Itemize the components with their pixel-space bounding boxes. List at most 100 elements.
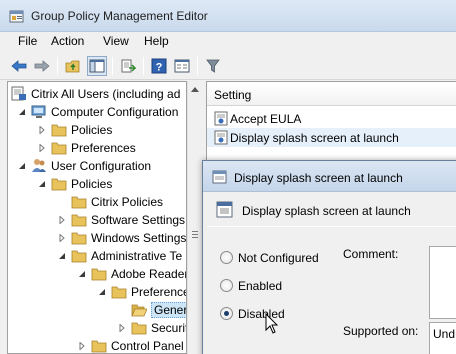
console-tree[interactable]: Citrix All Users (including ad Computer … bbox=[7, 81, 187, 354]
up-one-level-button[interactable] bbox=[63, 56, 83, 76]
folder-icon bbox=[71, 214, 87, 227]
toolbar-separator bbox=[197, 57, 198, 75]
tree-item-label: Adobe Reader bbox=[111, 267, 187, 281]
show-hide-tree-icon bbox=[89, 59, 105, 73]
back-button[interactable] bbox=[9, 56, 29, 76]
tree-item-label: Control Panel bbox=[111, 339, 184, 353]
comment-textarea[interactable] bbox=[429, 246, 456, 319]
radio-selected-dot bbox=[224, 311, 229, 316]
tree-item-label: Citrix Policies bbox=[91, 195, 164, 209]
radio-circle[interactable] bbox=[220, 251, 233, 264]
tree-scrollbar[interactable] bbox=[187, 81, 201, 354]
expand-arrow-icon[interactable] bbox=[38, 126, 46, 134]
collapse-arrow-icon[interactable] bbox=[38, 180, 46, 188]
folder-icon bbox=[131, 322, 147, 335]
forward-button[interactable] bbox=[32, 56, 52, 76]
radio-label: Enabled bbox=[238, 279, 283, 293]
scroll-up-arrow-icon[interactable] bbox=[191, 87, 199, 92]
folder-icon bbox=[71, 196, 87, 209]
expand-arrow-icon[interactable] bbox=[38, 144, 46, 152]
tree-item-label: Citrix All Users (including ad bbox=[31, 87, 181, 101]
menu-bar: File Action View Help bbox=[0, 32, 456, 52]
up-folder-icon bbox=[65, 60, 80, 73]
list-item-label: Accept EULA bbox=[230, 112, 302, 126]
export-list-button[interactable] bbox=[118, 56, 138, 76]
menu-file[interactable]: File bbox=[16, 34, 39, 48]
column-header-label: Setting bbox=[214, 88, 252, 102]
setting-icon bbox=[212, 170, 227, 184]
help-icon: ? bbox=[151, 58, 167, 74]
collapse-arrow-icon[interactable] bbox=[18, 108, 26, 116]
toolbar-separator bbox=[57, 57, 58, 75]
setting-icon bbox=[214, 111, 228, 126]
properties-button[interactable] bbox=[172, 56, 192, 76]
tree-item-label: Windows Settings bbox=[91, 231, 187, 245]
tree-item-label: Policies bbox=[71, 123, 113, 137]
column-header-setting[interactable]: Setting bbox=[207, 82, 456, 106]
expand-arrow-icon[interactable] bbox=[58, 234, 66, 242]
setting-icon bbox=[214, 130, 228, 145]
filter-button[interactable] bbox=[203, 56, 223, 76]
supported-on-field: Und bbox=[429, 322, 456, 354]
tree-item-label: Software Settings bbox=[91, 213, 186, 227]
dialog-titlebar[interactable]: Display splash screen at launch bbox=[203, 161, 456, 192]
toolbar-separator bbox=[112, 57, 113, 75]
menu-action[interactable]: Action bbox=[49, 34, 86, 48]
properties-icon bbox=[174, 59, 190, 73]
supported-on-label: Supported on: bbox=[343, 324, 419, 338]
back-arrow-icon bbox=[11, 60, 27, 72]
gpo-editor-icon bbox=[9, 10, 24, 23]
tree-item-label: Administrative Te bbox=[91, 249, 183, 263]
expand-arrow-icon[interactable] bbox=[118, 324, 126, 332]
tree-item-label: Policies bbox=[71, 177, 113, 191]
collapse-arrow-icon[interactable] bbox=[58, 252, 66, 260]
folder-icon bbox=[51, 124, 67, 137]
collapse-arrow-icon[interactable] bbox=[78, 270, 86, 278]
menu-view[interactable]: View bbox=[101, 34, 131, 48]
policy-setting-dialog: Display splash screen at launch Display … bbox=[202, 160, 456, 354]
scrollbar-thumb-grip[interactable] bbox=[192, 231, 198, 240]
folder-icon bbox=[111, 286, 127, 299]
toolbar-separator bbox=[143, 57, 144, 75]
help-button[interactable]: ? bbox=[149, 56, 169, 76]
mouse-pointer-icon bbox=[265, 313, 279, 334]
folder-icon bbox=[71, 232, 87, 245]
folder-open-icon bbox=[131, 304, 147, 317]
comment-label: Comment: bbox=[343, 247, 399, 261]
expand-arrow-icon[interactable] bbox=[78, 342, 86, 350]
tree-item-label: Genera bbox=[151, 302, 186, 318]
folder-icon bbox=[51, 142, 67, 155]
supported-on-value: Und bbox=[433, 327, 456, 341]
radio-circle[interactable] bbox=[220, 307, 233, 320]
forward-arrow-icon bbox=[34, 60, 50, 72]
toolbar: ? bbox=[0, 52, 456, 80]
tree-item-label: Securit bbox=[151, 321, 187, 335]
collapse-arrow-icon[interactable] bbox=[18, 162, 26, 170]
dialog-heading-label: Display splash screen at launch bbox=[242, 204, 411, 218]
dialog-title: Display splash screen at launch bbox=[234, 171, 403, 185]
tree-item-label: Preference bbox=[131, 285, 187, 299]
collapse-arrow-icon[interactable] bbox=[98, 288, 106, 296]
export-list-icon bbox=[121, 59, 136, 73]
filter-icon bbox=[206, 59, 220, 73]
tree-item-label: Preferences bbox=[71, 141, 136, 155]
list-item-label: Display splash screen at launch bbox=[230, 131, 399, 145]
users-icon bbox=[32, 159, 46, 172]
folder-icon bbox=[51, 178, 67, 191]
list-item[interactable]: Display splash screen at launch bbox=[207, 128, 456, 147]
radio-label: Not Configured bbox=[238, 251, 319, 265]
computer-icon bbox=[31, 105, 46, 118]
window-titlebar[interactable]: Group Policy Management Editor bbox=[0, 0, 456, 32]
list-item[interactable]: Accept EULA bbox=[207, 109, 456, 128]
folder-icon bbox=[71, 250, 87, 263]
folder-icon bbox=[91, 340, 107, 353]
show-hide-tree-button[interactable] bbox=[87, 56, 107, 76]
menu-help[interactable]: Help bbox=[142, 34, 171, 48]
radio-circle[interactable] bbox=[220, 279, 233, 292]
gpo-icon bbox=[11, 86, 26, 101]
folder-icon bbox=[91, 268, 107, 281]
svg-text:?: ? bbox=[156, 62, 163, 74]
expand-arrow-icon[interactable] bbox=[58, 216, 66, 224]
tree-item-label: Computer Configuration bbox=[51, 105, 179, 119]
window-title: Group Policy Management Editor bbox=[31, 9, 208, 23]
